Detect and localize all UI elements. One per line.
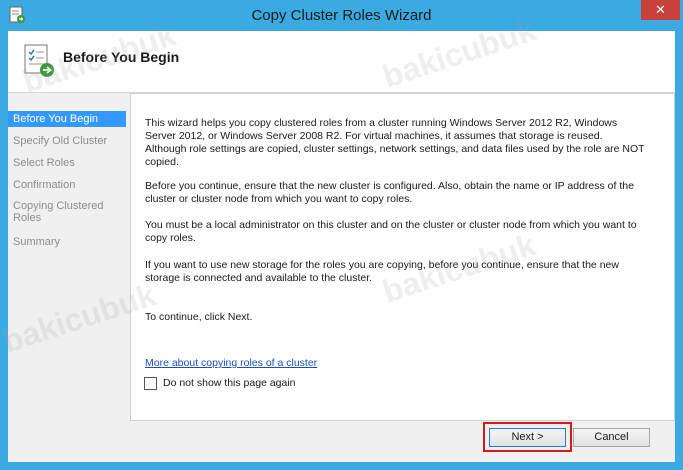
- continue-paragraph: To continue, click Next.: [145, 311, 253, 323]
- nav-item-specify-old-cluster[interactable]: Specify Old Cluster: [8, 133, 126, 149]
- next-button[interactable]: Next >: [489, 428, 566, 447]
- nav-item-select-roles[interactable]: Select Roles: [8, 155, 126, 171]
- wizard-client-area: Before You Begin Before You Begin Specif…: [8, 31, 675, 462]
- wizard-step-nav: Before You Begin Specify Old Cluster Sel…: [8, 93, 130, 462]
- do-not-show-label[interactable]: Do not show this page again: [163, 377, 296, 389]
- nav-item-copying-clustered-roles[interactable]: Copying Clustered Roles: [8, 198, 113, 226]
- do-not-show-checkbox[interactable]: [144, 377, 157, 390]
- intro-paragraph: This wizard helps you copy clustered rol…: [145, 117, 645, 168]
- nav-item-summary[interactable]: Summary: [8, 234, 126, 250]
- close-icon: ✕: [655, 2, 666, 17]
- page-title: Before You Begin: [63, 49, 180, 65]
- nav-item-before-you-begin[interactable]: Before You Begin: [8, 111, 126, 127]
- window-title: Copy Cluster Roles Wizard: [251, 7, 432, 24]
- close-button[interactable]: ✕: [641, 0, 680, 20]
- title-bar[interactable]: Copy Cluster Roles Wizard ✕: [0, 0, 683, 31]
- admin-paragraph: You must be a local administrator on thi…: [145, 219, 637, 244]
- wizard-content-panel: This wizard helps you copy clustered rol…: [130, 93, 675, 421]
- wizard-window: Copy Cluster Roles Wizard ✕ Before You B…: [0, 0, 683, 470]
- prerequisite-paragraph: Before you continue, ensure that the new…: [145, 180, 634, 205]
- more-about-copying-roles-link[interactable]: More about copying roles of a cluster: [145, 357, 317, 369]
- wizard-header: Before You Begin: [8, 31, 675, 93]
- storage-paragraph: If you want to use new storage for the r…: [145, 259, 619, 284]
- checklist-icon: [24, 44, 54, 77]
- cancel-button[interactable]: Cancel: [573, 428, 650, 447]
- nav-item-confirmation[interactable]: Confirmation: [8, 177, 126, 193]
